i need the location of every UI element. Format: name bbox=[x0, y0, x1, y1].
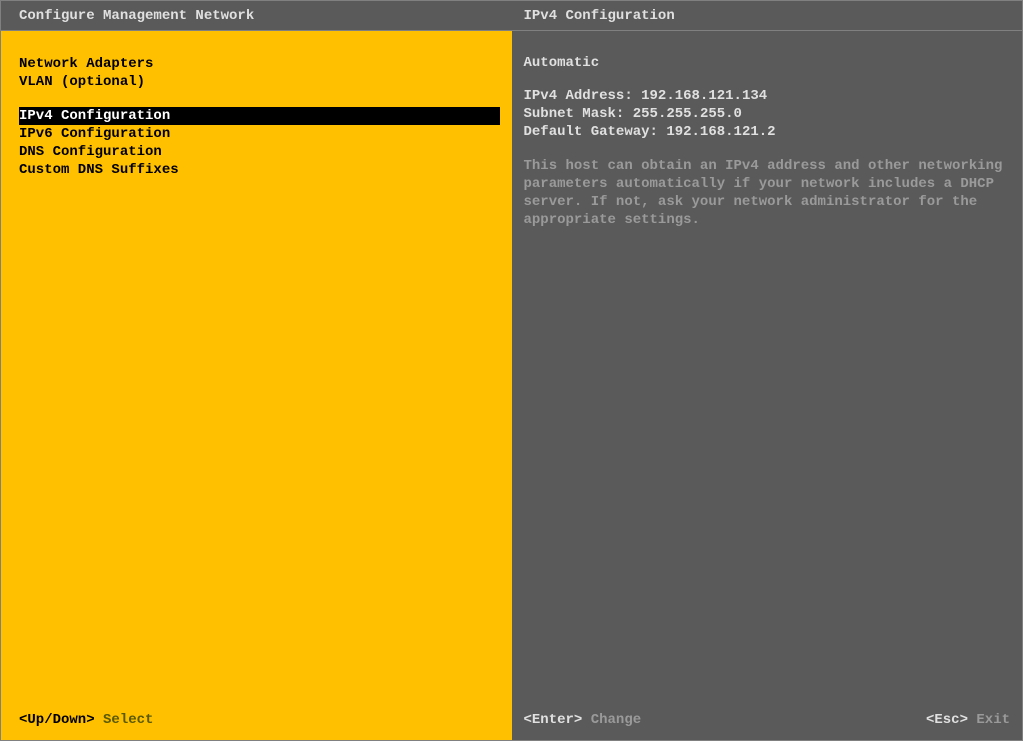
right-footer-left: <Enter> Change bbox=[524, 712, 642, 728]
menu-item-ipv4-config[interactable]: IPv4 Configuration bbox=[19, 107, 500, 125]
enter-action: Change bbox=[591, 712, 641, 728]
default-gateway-line: Default Gateway: 192.168.121.2 bbox=[524, 123, 1011, 141]
help-text: This host can obtain an IPv4 address and… bbox=[524, 157, 1011, 229]
mask-value: 255.255.255.0 bbox=[633, 106, 742, 122]
network-details: IPv4 Address: 192.168.121.134 Subnet Mas… bbox=[524, 87, 1011, 141]
esc-action: Exit bbox=[976, 712, 1010, 728]
left-footer-hint: <Up/Down> Select bbox=[19, 712, 153, 728]
updown-action: Select bbox=[103, 712, 153, 728]
mask-label: Subnet Mask: bbox=[524, 106, 625, 122]
left-footer: <Up/Down> Select bbox=[1, 712, 512, 728]
menu-group-1: Network Adapters VLAN (optional) bbox=[1, 55, 512, 91]
left-menu: Network Adapters VLAN (optional) IPv4 Co… bbox=[1, 31, 512, 740]
left-panel: Configure Management Network Network Ada… bbox=[1, 1, 512, 740]
menu-item-ipv6-config[interactable]: IPv6 Configuration bbox=[1, 125, 512, 143]
menu-item-network-adapters[interactable]: Network Adapters bbox=[1, 55, 512, 73]
right-panel: IPv4 Configuration Automatic IPv4 Addres… bbox=[512, 1, 1023, 740]
left-title: Configure Management Network bbox=[19, 8, 254, 24]
right-footer-right: <Esc> Exit bbox=[926, 712, 1010, 728]
menu-item-dns-config[interactable]: DNS Configuration bbox=[1, 143, 512, 161]
ipv4-address-line: IPv4 Address: 192.168.121.134 bbox=[524, 87, 1011, 105]
updown-key: <Up/Down> bbox=[19, 712, 95, 728]
left-header: Configure Management Network bbox=[1, 1, 512, 31]
ipv4-label: IPv4 Address: bbox=[524, 88, 633, 104]
right-title: IPv4 Configuration bbox=[524, 8, 675, 24]
menu-item-custom-dns[interactable]: Custom DNS Suffixes bbox=[1, 161, 512, 179]
enter-key: <Enter> bbox=[524, 712, 583, 728]
right-content: Automatic IPv4 Address: 192.168.121.134 … bbox=[512, 31, 1023, 740]
gw-value: 192.168.121.2 bbox=[666, 124, 775, 140]
gw-label: Default Gateway: bbox=[524, 124, 658, 140]
menu-item-vlan[interactable]: VLAN (optional) bbox=[1, 73, 512, 91]
subnet-mask-line: Subnet Mask: 255.255.255.0 bbox=[524, 105, 1011, 123]
esc-key: <Esc> bbox=[926, 712, 968, 728]
app-container: Configure Management Network Network Ada… bbox=[0, 0, 1023, 741]
menu-group-2: IPv4 Configuration IPv6 Configuration DN… bbox=[1, 107, 512, 179]
right-footer: <Enter> Change <Esc> Exit bbox=[512, 712, 1023, 728]
right-header: IPv4 Configuration bbox=[512, 1, 1023, 31]
config-mode: Automatic bbox=[524, 55, 1011, 71]
ipv4-value: 192.168.121.134 bbox=[641, 88, 767, 104]
